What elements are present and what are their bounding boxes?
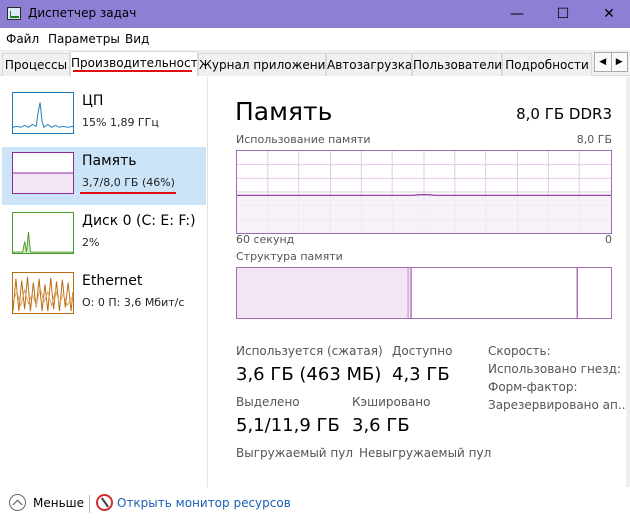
memory-label: Память xyxy=(82,153,137,169)
task-manager-icon xyxy=(7,7,21,20)
footer-divider xyxy=(89,495,90,513)
ethernet-thumbnail-graph xyxy=(12,272,74,314)
cached-label: Кэшировано xyxy=(352,395,431,409)
close-button[interactable]: ✕ xyxy=(586,0,630,28)
memory-usage: 3,7/8,0 ГБ (46%) xyxy=(82,176,175,189)
in-use-label: Используется (сжатая) xyxy=(236,344,383,358)
usage-graph-label: Использование памяти xyxy=(236,133,371,146)
resource-monitor-icon[interactable] xyxy=(96,494,113,511)
committed-label: Выделено xyxy=(236,395,300,409)
cpu-thumbnail-graph xyxy=(12,92,74,134)
committed-value: 5,1/11,9 ГБ xyxy=(236,415,340,436)
ethernet-usage: О: 0 П: 3,6 Мбит/с xyxy=(82,296,185,309)
menu-bar: Файл Параметры Вид xyxy=(0,28,630,50)
memory-structure-bar xyxy=(236,267,612,319)
sidebar-item-memory[interactable]: Память 3,7/8,0 ГБ (46%) xyxy=(2,147,206,205)
maximize-button[interactable]: ☐ xyxy=(540,0,586,28)
speed-label: Скорость: xyxy=(488,344,551,358)
active-tab-highlight xyxy=(73,70,192,72)
window-title: Диспетчер задач xyxy=(28,6,137,20)
tab-bar: Процессы Производительность Журнал прило… xyxy=(0,50,630,77)
scroll-right-icon[interactable]: ▶ xyxy=(610,53,628,71)
page-title: Память xyxy=(235,97,333,126)
sidebar-item-ethernet[interactable]: Ethernet О: 0 П: 3,6 Мбит/с xyxy=(2,267,206,325)
menu-options[interactable]: Параметры xyxy=(48,32,120,46)
usage-graph-max: 8,0 ГБ xyxy=(576,133,612,146)
memory-usage-highlight xyxy=(80,192,176,194)
available-label: Доступно xyxy=(392,344,453,358)
form-factor-label: Форм-фактор: xyxy=(488,380,578,394)
tab-startup[interactable]: Автозагрузка xyxy=(326,53,412,76)
nonpaged-pool-label: Невыгружаемый пул xyxy=(359,446,492,460)
tab-details[interactable]: Подробности xyxy=(502,53,592,76)
resource-sidebar: ЦП 15% 1,89 ГГц Память 3,7/8,0 ГБ (46%) … xyxy=(0,77,208,487)
memory-detail-panel: Память 8,0 ГБ DDR3 Использование памяти … xyxy=(209,77,630,487)
scroll-left-icon[interactable]: ◀ xyxy=(595,53,611,71)
memory-spec: 8,0 ГБ DDR3 xyxy=(516,105,612,123)
minimize-button[interactable]: — xyxy=(494,0,540,28)
disk-label: Диск 0 (C: E: F:) xyxy=(82,213,196,229)
cpu-usage: 15% 1,89 ГГц xyxy=(82,116,159,129)
title-bar[interactable]: Диспетчер задач — ☐ ✕ xyxy=(0,0,630,28)
tab-scroll: ◀ ▶ xyxy=(594,52,628,72)
available-value: 4,3 ГБ xyxy=(392,364,450,385)
open-resource-monitor-link[interactable]: Открыть монитор ресурсов xyxy=(117,496,291,510)
hardware-reserved-label: Зарезервировано ап... xyxy=(488,398,630,412)
disk-usage: 2% xyxy=(82,236,100,249)
slots-used-label: Использовано гнезд: xyxy=(488,362,621,376)
menu-file[interactable]: Файл xyxy=(6,32,39,46)
time-range-end: 0 xyxy=(605,233,612,246)
cached-value: 3,6 ГБ xyxy=(352,415,410,436)
memory-usage-graph xyxy=(236,150,612,234)
disk-thumbnail-graph xyxy=(12,212,74,254)
chevron-up-icon[interactable] xyxy=(9,494,26,511)
ethernet-label: Ethernet xyxy=(82,273,143,289)
sidebar-item-disk[interactable]: Диск 0 (C: E: F:) 2% xyxy=(2,207,206,265)
tab-users[interactable]: Пользователи xyxy=(412,53,502,76)
panel-scrollbar[interactable] xyxy=(626,77,630,487)
paged-pool-label: Выгружаемый пул xyxy=(236,446,354,460)
sidebar-item-cpu[interactable]: ЦП 15% 1,89 ГГц xyxy=(2,87,206,145)
memory-thumbnail-graph xyxy=(12,152,74,194)
fewer-details-button[interactable]: Меньше xyxy=(33,496,84,510)
tab-processes[interactable]: Процессы xyxy=(2,53,70,76)
tab-app-history[interactable]: Журнал приложений xyxy=(198,53,326,76)
tab-performance[interactable]: Производительность xyxy=(70,51,198,77)
structure-label: Структура памяти xyxy=(236,250,343,263)
in-use-value: 3,6 ГБ (463 МБ) xyxy=(236,364,382,385)
time-range-label: 60 секунд xyxy=(236,233,295,246)
cpu-label: ЦП xyxy=(82,93,104,109)
menu-view[interactable]: Вид xyxy=(125,32,149,46)
footer-bar: Меньше Открыть монитор ресурсов xyxy=(0,487,630,523)
